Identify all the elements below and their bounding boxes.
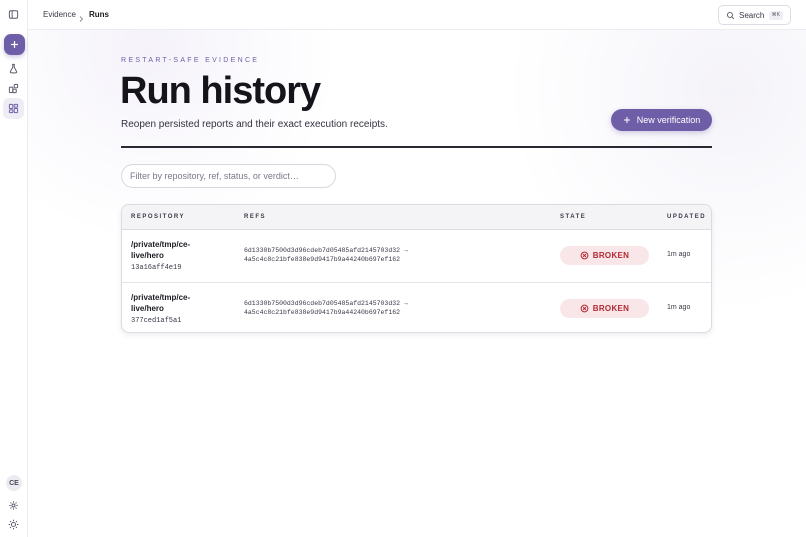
page-title: Run history xyxy=(120,70,321,112)
blocks-icon[interactable] xyxy=(3,78,24,99)
top-bar: Evidence Runs Search ⌘K xyxy=(28,0,806,30)
repository-cell: /private/tmp/ce- live/hero 13a16aff4e19 xyxy=(131,239,221,274)
new-verification-label: New verification xyxy=(636,115,701,125)
x-circle-icon xyxy=(580,304,589,313)
gear-icon[interactable] xyxy=(3,495,24,516)
column-header-repository[interactable]: REPOSITORY xyxy=(131,214,185,220)
table-row[interactable]: /private/tmp/ce- live/hero 377ced1af5a1 … xyxy=(122,282,711,332)
ref-head: 4a5c4c8c21bfe838e9d9417b9a44240b697ef162 xyxy=(244,309,401,316)
status-badge: BROKEN xyxy=(560,246,649,265)
run-hash: 13a16aff4e19 xyxy=(131,264,182,272)
keyboard-shortcut-badge: ⌘K xyxy=(768,11,783,20)
status-label: BROKEN xyxy=(592,251,630,260)
refs-cell: 6d1330b7500d3d96cdeb7d05485afd2145703d32… xyxy=(244,246,408,264)
new-verification-button[interactable]: New verification xyxy=(611,109,712,131)
column-header-updated[interactable]: UPDATED xyxy=(667,214,706,220)
chevron-right-icon xyxy=(77,10,87,22)
sidebar-toggle-icon[interactable] xyxy=(3,4,24,25)
search-icon xyxy=(726,11,735,19)
eyebrow-label: RESTART-SAFE EVIDENCE xyxy=(121,57,260,64)
table-row[interactable]: /private/tmp/ce- live/hero 13a16aff4e19 … xyxy=(122,230,711,282)
grid-icon[interactable] xyxy=(3,98,24,119)
breadcrumb-runs: Runs xyxy=(89,10,109,19)
filter-input[interactable] xyxy=(121,164,336,188)
breadcrumb-evidence[interactable]: Evidence xyxy=(43,10,76,20)
search-button[interactable]: Search ⌘K xyxy=(718,5,791,25)
sun-icon[interactable] xyxy=(3,514,24,535)
page-subtitle: Reopen persisted reports and their exact… xyxy=(121,119,388,130)
column-header-refs[interactable]: REFS xyxy=(244,214,266,220)
refs-cell: 6d1330b7500d3d96cdeb7d05485afd2145703d32… xyxy=(244,299,408,317)
updated-time: 1m ago xyxy=(667,304,691,311)
flask-icon[interactable] xyxy=(3,58,24,79)
repository-cell: /private/tmp/ce- live/hero 377ced1af5a1 xyxy=(131,292,221,327)
section-divider xyxy=(121,146,712,148)
status-badge: BROKEN xyxy=(560,299,649,318)
run-hash: 377ced1af5a1 xyxy=(131,317,182,325)
updated-time: 1m ago xyxy=(667,251,691,258)
table-header: REPOSITORY REFS STATE UPDATED xyxy=(122,205,711,230)
repository-path-line2: live/hero xyxy=(131,251,164,260)
status-label: BROKEN xyxy=(592,304,630,313)
search-label: Search xyxy=(739,10,765,20)
repository-path-line1: /private/tmp/ce- xyxy=(131,240,191,249)
sidebar: CE xyxy=(0,0,28,537)
ref-base: 6d1330b7500d3d96cdeb7d05485afd2145703d32… xyxy=(244,247,408,254)
column-header-state[interactable]: STATE xyxy=(560,214,586,220)
ref-base: 6d1330b7500d3d96cdeb7d05485afd2145703d32… xyxy=(244,300,408,307)
repository-path-line1: /private/tmp/ce- xyxy=(131,293,191,302)
x-circle-icon xyxy=(580,251,589,260)
avatar[interactable]: CE xyxy=(6,475,22,491)
plus-icon xyxy=(623,117,630,123)
runs-table: REPOSITORY REFS STATE UPDATED /private/t… xyxy=(121,204,712,333)
new-run-button[interactable] xyxy=(4,34,25,55)
repository-path-line2: live/hero xyxy=(131,304,164,313)
ref-head: 4a5c4c8c21bfe838e9d9417b9a44240b697ef162 xyxy=(244,256,401,263)
